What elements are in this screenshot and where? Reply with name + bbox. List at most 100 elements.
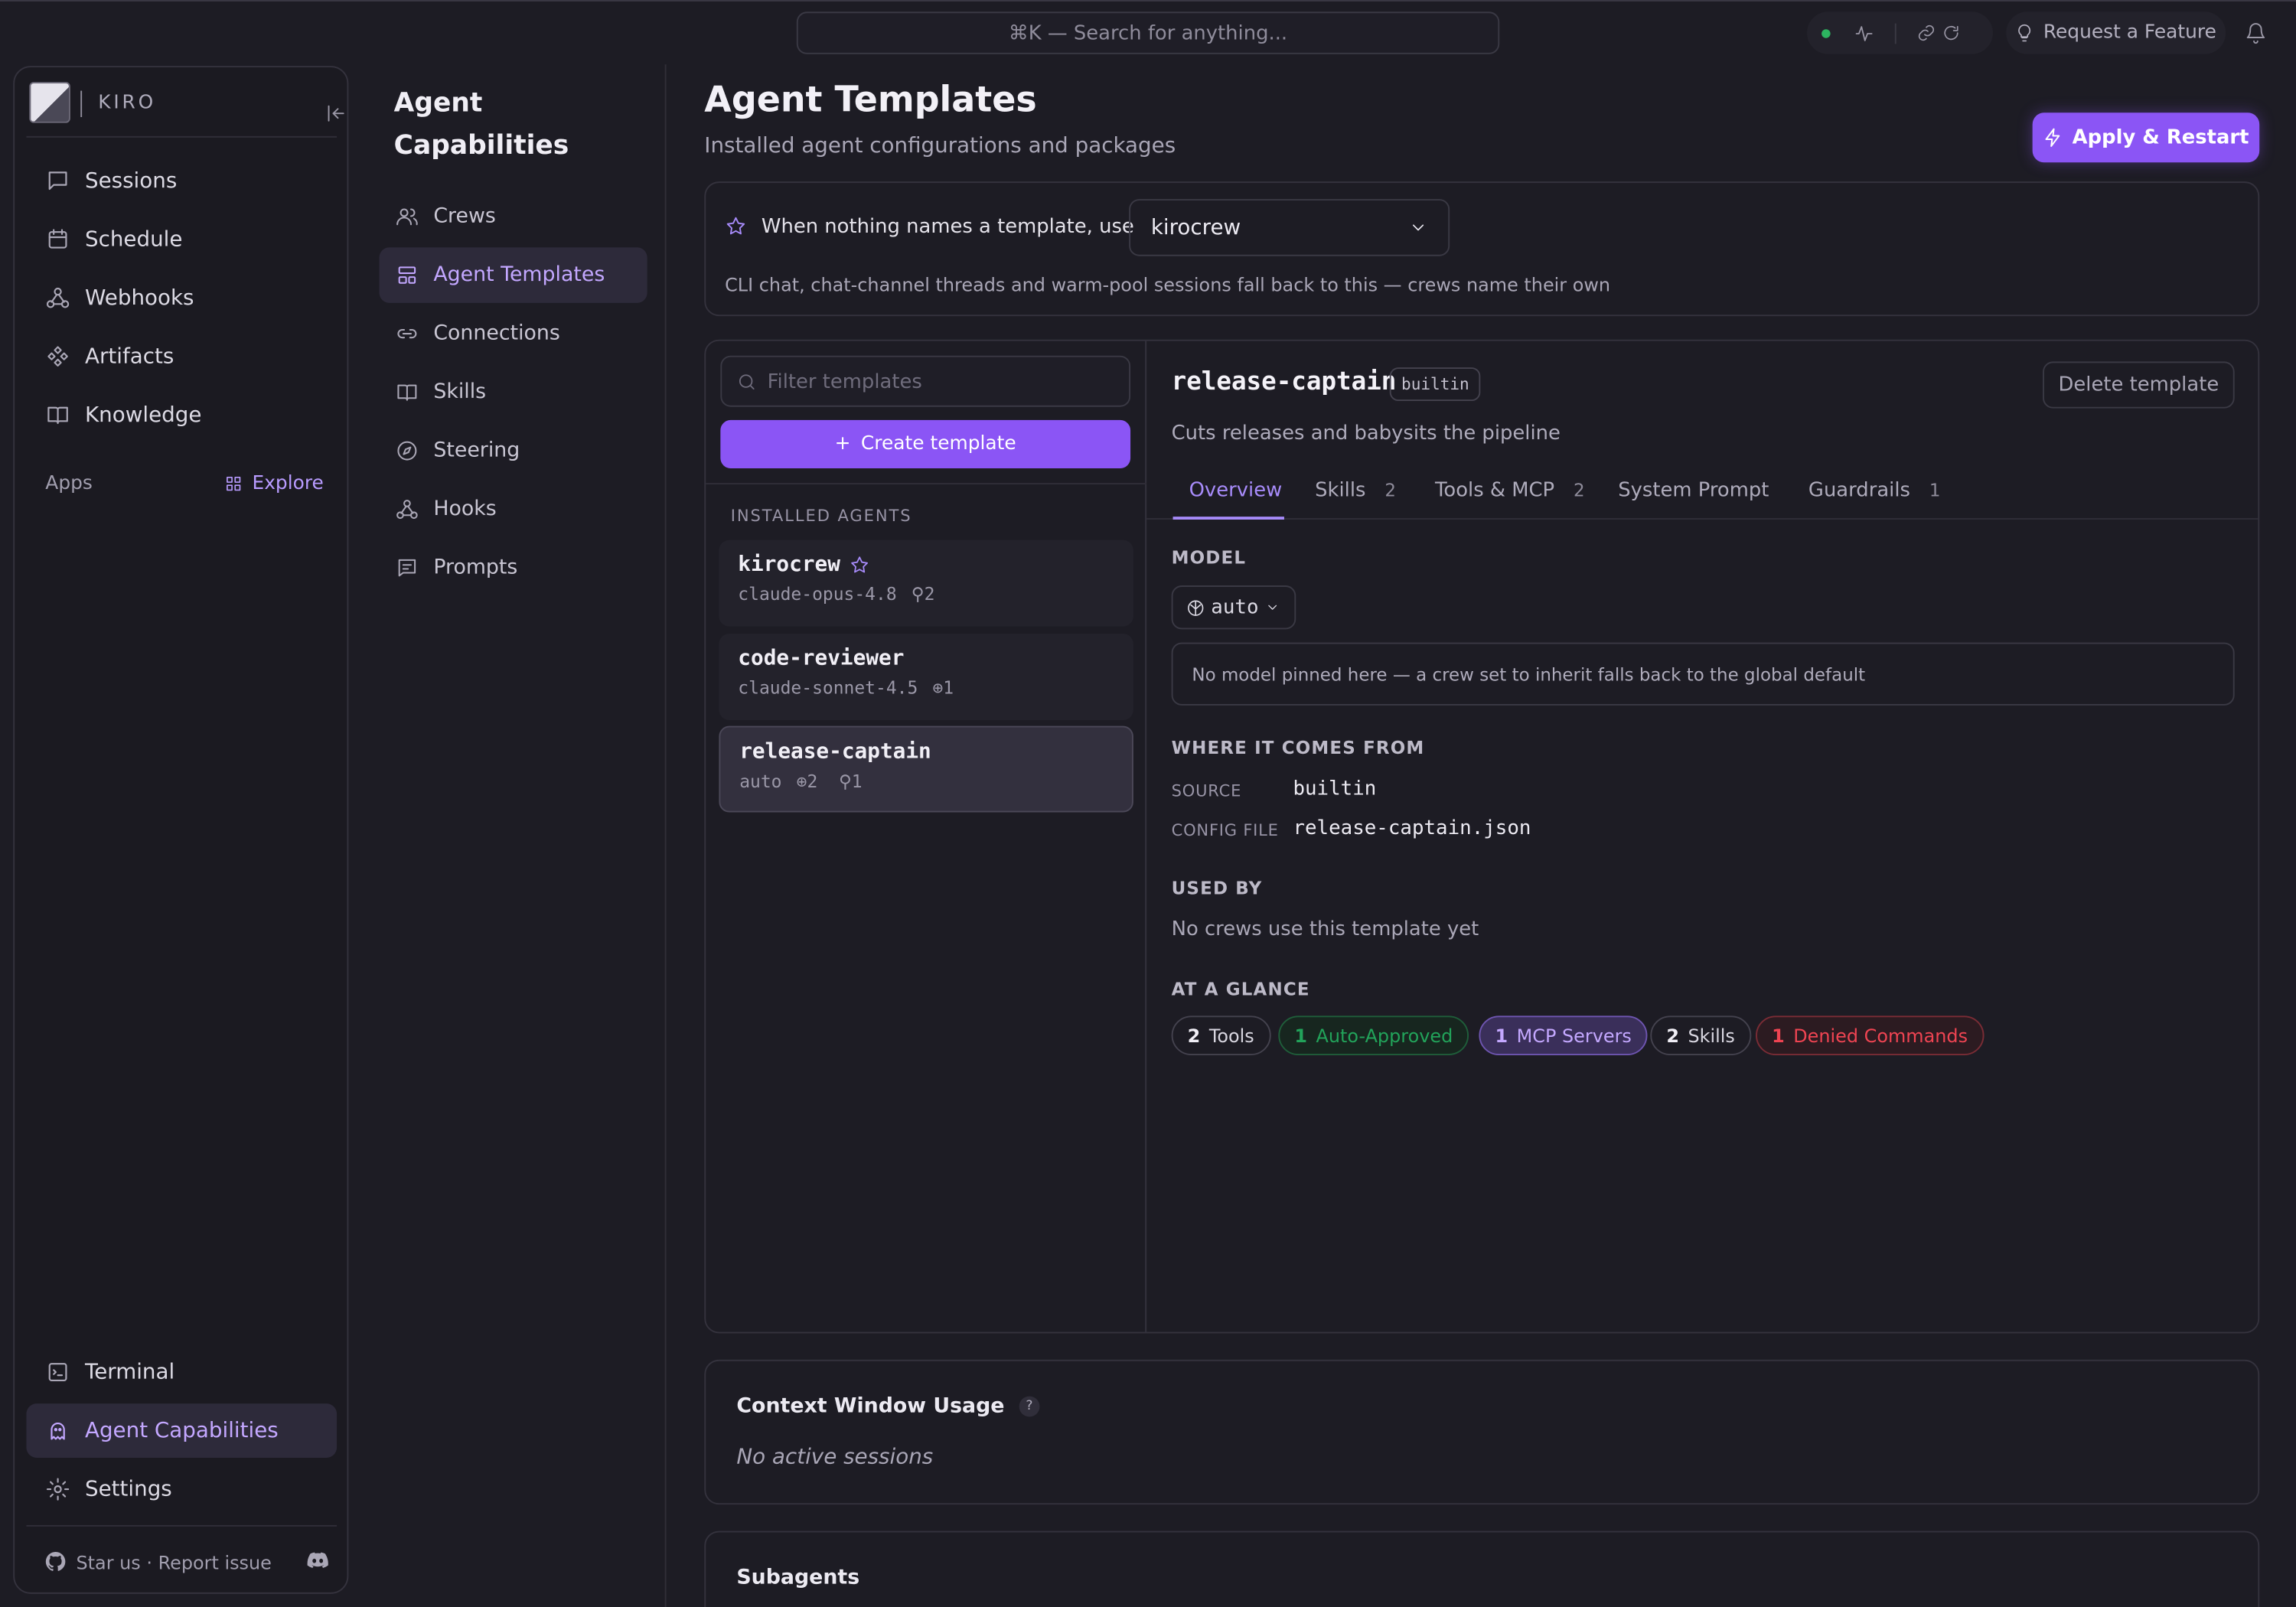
- model-select[interactable]: auto: [1171, 585, 1296, 630]
- gear-icon: [46, 1478, 70, 1501]
- sidebar-item-label: Settings: [84, 1477, 172, 1501]
- tab-overview[interactable]: Overview: [1189, 478, 1283, 502]
- tab-tools-mcp[interactable]: Tools & MCP 2: [1435, 478, 1585, 502]
- config-file-key: CONFIG FILE: [1171, 820, 1279, 840]
- agent-name: kirocrew: [738, 553, 840, 577]
- sidebar-item-sessions[interactable]: Sessions: [26, 154, 337, 208]
- caps-item-label: Prompts: [433, 556, 518, 580]
- page-subtitle: Installed agent configurations and packa…: [704, 134, 1176, 158]
- chip-count: 1: [1294, 1024, 1308, 1047]
- installed-agents-heading: INSTALLED AGENTS: [730, 506, 912, 526]
- at-a-glance-heading: AT A GLANCE: [1171, 979, 1310, 1000]
- template-name: release-captain: [1171, 367, 1397, 397]
- chevron-down-icon: [1267, 605, 1277, 610]
- sidebar-item-settings[interactable]: Settings: [26, 1462, 337, 1517]
- source-value: builtin: [1293, 777, 1377, 801]
- subagents-card: Subagents: [704, 1530, 2260, 1607]
- tab-skills[interactable]: Skills 2: [1315, 478, 1396, 502]
- apply-restart-button[interactable]: Apply & Restart: [2032, 112, 2260, 163]
- detail-tabs: Overview Skills 2 Tools & MCP 2 System P…: [1146, 467, 2258, 520]
- calendar-icon: [48, 229, 67, 249]
- link-icon[interactable]: [1917, 24, 1936, 43]
- sidebar-item-webhooks[interactable]: Webhooks: [26, 271, 337, 325]
- caps-item-crews[interactable]: Crews: [380, 189, 647, 245]
- caps-item-label: Hooks: [433, 497, 497, 521]
- ghost-icon: [51, 1423, 65, 1440]
- model-note: No model pinned here — a crew set to inh…: [1171, 642, 2235, 706]
- compass-icon: [397, 441, 417, 461]
- page-title: Agent Templates: [704, 79, 1037, 120]
- request-feature-button[interactable]: Request a Feature: [2006, 11, 2226, 54]
- caps-item-agent-templates[interactable]: Agent Templates: [379, 247, 647, 303]
- caps-item-skills[interactable]: Skills: [380, 364, 647, 420]
- users-icon: [396, 208, 418, 226]
- caps-item-steering[interactable]: Steering: [380, 423, 647, 479]
- explore-apps-link[interactable]: Explore: [224, 472, 324, 494]
- chip-count: 2: [1187, 1024, 1201, 1047]
- search-icon: [739, 373, 755, 390]
- bell-icon[interactable]: [2245, 22, 2267, 44]
- online-status-dot-icon: [1821, 28, 1831, 37]
- agent-list-item-selected[interactable]: release-captain auto ⊕2 ⚲1: [719, 725, 1133, 813]
- sidebar-item-agent-capabilities[interactable]: Agent Capabilities: [26, 1403, 338, 1458]
- filter-placeholder: Filter templates: [767, 369, 922, 393]
- sidebar-item-label: Agent Capabilities: [84, 1419, 279, 1442]
- plus-icon: +: [834, 433, 851, 455]
- agent-name: code-reviewer: [738, 647, 905, 670]
- star-icon: [725, 215, 747, 237]
- create-template-button[interactable]: + Create template: [720, 419, 1131, 469]
- agent-name: release-captain: [739, 740, 931, 764]
- diamond-grid-icon: [47, 346, 68, 367]
- collapse-sidebar-icon[interactable]: [325, 103, 347, 125]
- agent-model: claude-opus-4.8: [738, 584, 897, 605]
- agent-stats: ⊕2 ⚲1: [796, 771, 863, 792]
- refresh-icon[interactable]: [1942, 24, 1961, 43]
- templates-list-pane: Filter templates + Create template INSTA…: [706, 341, 1147, 1332]
- status-pill[interactable]: [1807, 11, 1994, 54]
- link-icon: [397, 328, 417, 339]
- sidebar: KIRO Sessions Schedule Webhooks Artifact…: [13, 66, 349, 1594]
- default-template-select[interactable]: kirocrew: [1129, 199, 1450, 256]
- webhook-icon: [46, 287, 70, 308]
- sidebar-item-schedule[interactable]: Schedule: [26, 212, 337, 266]
- tab-guardrails[interactable]: Guardrails 1: [1808, 478, 1941, 502]
- agent-list-item[interactable]: code-reviewer claude-sonnet-4.5 ⊕1: [719, 634, 1133, 720]
- sidebar-item-label: Knowledge: [84, 403, 202, 427]
- tab-label: System Prompt: [1618, 478, 1769, 503]
- chip-label: Auto-Approved: [1316, 1024, 1453, 1047]
- divider: [1894, 22, 1896, 44]
- caps-item-connections[interactable]: Connections: [380, 306, 647, 362]
- sidebar-item-terminal[interactable]: Terminal: [26, 1345, 337, 1400]
- command-search[interactable]: ⌘K — Search for anything...: [796, 11, 1500, 54]
- help-icon[interactable]: ?: [1019, 1396, 1040, 1417]
- template-description: Cuts releases and babysits the pipeline: [1171, 421, 1561, 445]
- sidebar-footer[interactable]: Star us · Report issue: [44, 1549, 331, 1575]
- agent-list-item[interactable]: kirocrew claude-opus-4.8 ⚲2: [719, 539, 1133, 627]
- capabilities-nav: Agent Capabilities Crews Agent Templates…: [348, 64, 667, 1607]
- chevron-down-icon: [1412, 224, 1424, 231]
- sidebar-item-knowledge[interactable]: Knowledge: [26, 388, 337, 442]
- discord-icon[interactable]: [305, 1549, 331, 1573]
- chip-count: 1: [1495, 1024, 1508, 1047]
- context-window-card: Context Window Usage ? No active session…: [704, 1359, 2260, 1505]
- tab-label: Tools & MCP: [1435, 478, 1555, 503]
- sidebar-item-artifacts[interactable]: Artifacts: [26, 329, 337, 383]
- agent-model: claude-sonnet-4.5: [738, 677, 918, 699]
- activity-icon[interactable]: [1854, 23, 1874, 44]
- tab-system-prompt[interactable]: System Prompt: [1618, 478, 1769, 502]
- apps-section: Apps Explore: [45, 470, 324, 496]
- explore-label: Explore: [252, 471, 324, 494]
- filter-templates-input[interactable]: Filter templates: [720, 355, 1131, 407]
- tab-count: 1: [1929, 480, 1941, 501]
- caps-item-hooks[interactable]: Hooks: [380, 481, 647, 537]
- tab-label: Guardrails: [1808, 478, 1910, 503]
- agent-stats: ⊕1: [932, 677, 954, 699]
- caps-item-label: Steering: [433, 438, 520, 463]
- delete-template-button[interactable]: Delete template: [2043, 361, 2235, 409]
- used-by-note: No crews use this template yet: [1171, 918, 1479, 941]
- footer-links[interactable]: Star us · Report issue: [76, 1550, 271, 1573]
- caps-item-prompts[interactable]: Prompts: [380, 540, 647, 596]
- caps-item-label: Connections: [433, 321, 560, 346]
- agent-stats: ⚲2: [911, 584, 935, 605]
- caps-item-label: Agent Templates: [433, 263, 605, 287]
